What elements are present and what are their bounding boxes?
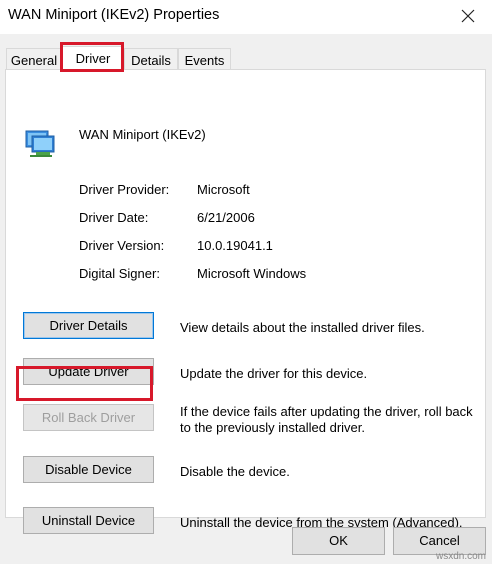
driver-provider-label: Driver Provider: bbox=[79, 182, 170, 197]
driver-details-description: View details about the installed driver … bbox=[180, 320, 425, 335]
watermark: wsxdn.com bbox=[435, 551, 486, 562]
tab-details[interactable]: Details bbox=[124, 48, 178, 70]
network-adapter-icon bbox=[24, 125, 58, 159]
driver-version-value: 10.0.19041.1 bbox=[197, 238, 273, 253]
digital-signer-value: Microsoft Windows bbox=[197, 266, 307, 281]
close-icon[interactable] bbox=[458, 6, 478, 26]
update-driver-description: Update the driver for this device. bbox=[180, 366, 368, 381]
roll-back-driver-button[interactable]: Roll Back Driver bbox=[23, 404, 154, 431]
title-bar: WAN Miniport (IKEv2) Properties bbox=[0, 0, 492, 34]
update-driver-button[interactable]: Update Driver bbox=[23, 358, 154, 385]
roll-back-driver-description: If the device fails after updating the d… bbox=[180, 404, 473, 435]
ok-button[interactable]: OK bbox=[292, 527, 385, 555]
disable-device-button[interactable]: Disable Device bbox=[23, 456, 154, 483]
uninstall-device-button[interactable]: Uninstall Device bbox=[23, 507, 154, 534]
tab-general[interactable]: General bbox=[6, 48, 62, 70]
driver-details-button[interactable]: Driver Details bbox=[23, 312, 154, 339]
driver-provider-value: Microsoft bbox=[197, 182, 250, 197]
driver-date-label: Driver Date: bbox=[79, 210, 149, 225]
driver-version-label: Driver Version: bbox=[79, 238, 165, 253]
device-name: WAN Miniport (IKEv2) bbox=[79, 127, 206, 142]
disable-device-description: Disable the device. bbox=[180, 464, 290, 479]
dialog-body: General Driver Details Events WAN Minipo… bbox=[0, 34, 492, 564]
digital-signer-label: Digital Signer: bbox=[79, 266, 160, 281]
driver-panel: WAN Miniport (IKEv2) Driver Provider: Mi… bbox=[5, 69, 486, 534]
window-title: WAN Miniport (IKEv2) Properties bbox=[8, 7, 220, 23]
tab-driver[interactable]: Driver bbox=[62, 46, 124, 72]
driver-date-value: 6/21/2006 bbox=[197, 210, 255, 225]
tab-events[interactable]: Events bbox=[178, 48, 231, 70]
